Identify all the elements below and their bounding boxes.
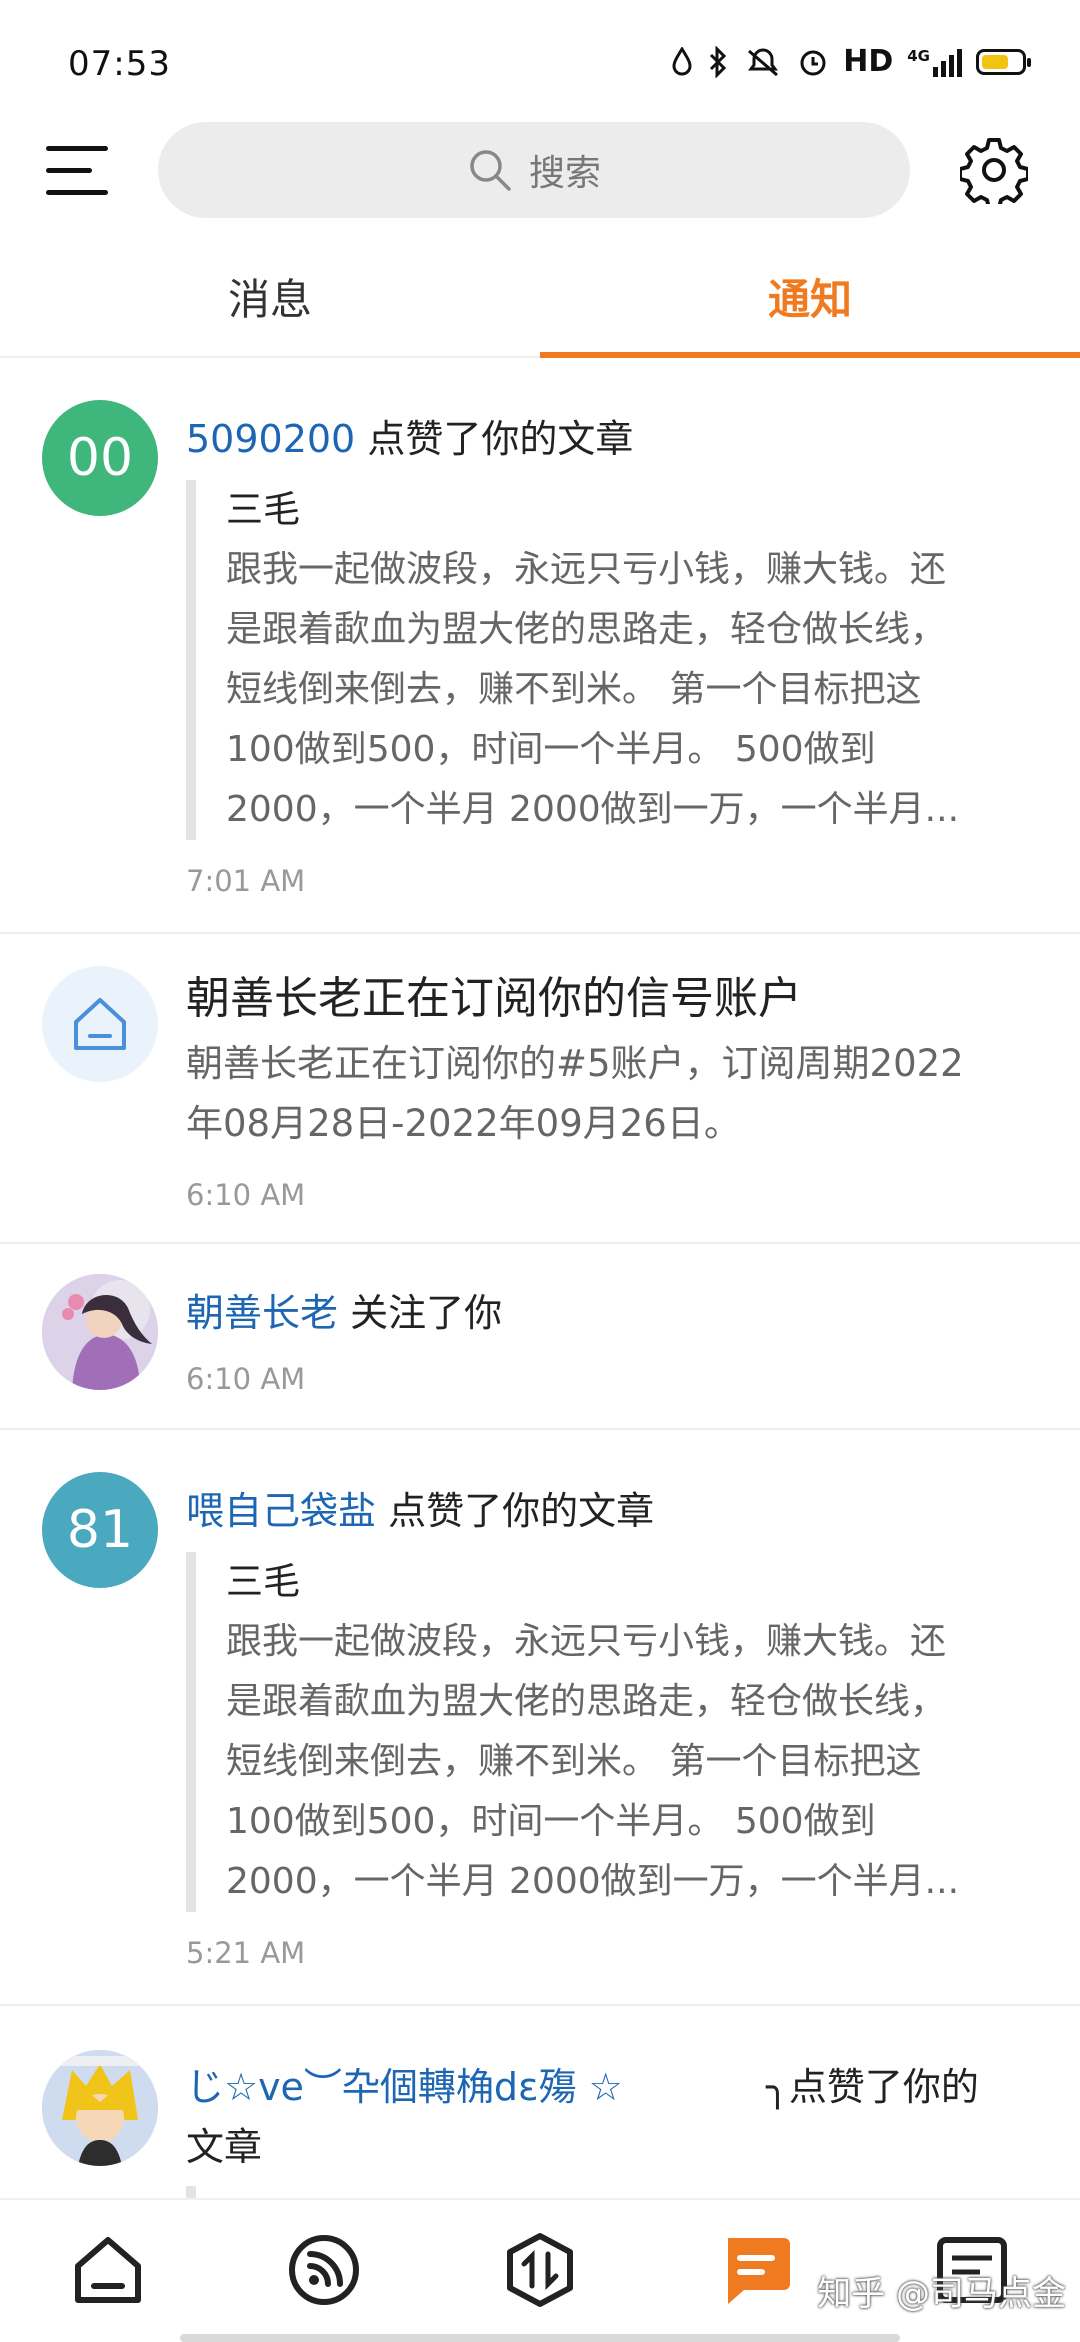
tab-notifications[interactable]: 通知: [540, 250, 1080, 356]
excerpt-line: 短线倒来倒去，赚不到米。 第一个目标把这: [226, 669, 922, 710]
list-item[interactable]: 81 喂自己袋盐 点赞了你的文章 三毛 跟我一起做波段，永远只亏小钱，赚大钱。还…: [0, 1430, 1080, 2006]
home-icon: [75, 2237, 141, 2303]
avatar[interactable]: [42, 966, 158, 1082]
excerpt-line: 是跟着歃血为盟大佬的思路走，轻仓做长线，: [226, 609, 947, 650]
avatar[interactable]: 81: [42, 1472, 158, 1588]
body-line: 年08月28日-2022年09月26日。: [186, 1102, 741, 1145]
timestamp: 7:01 AM: [186, 864, 306, 898]
notification-headline: 5090200 点赞了你的文章: [186, 408, 633, 463]
quoted-article[interactable]: [186, 2186, 196, 2198]
nav-trade[interactable]: [500, 2230, 580, 2310]
gesture-bar: [180, 2334, 900, 2342]
action-text: 点赞了你的文章: [355, 417, 634, 461]
excerpt-line: 是跟着歃血为盟大佬的思路走，轻仓做长线，: [226, 1681, 947, 1722]
list-item[interactable]: じ☆ve︶卆個轉桷dε殤 ☆ ╮点赞了你的 文章: [0, 2006, 1080, 2198]
house-icon: [74, 998, 126, 1050]
body-line: 朝善长老正在订阅你的#5账户，订阅周期2022: [186, 1042, 964, 1085]
water-drop-icon: [672, 46, 692, 75]
signal-icon: 4G: [907, 47, 962, 77]
excerpt-line: 跟我一起做波段，永远只亏小钱，赚大钱。还: [226, 1621, 947, 1662]
user-portrait-image: [42, 1274, 158, 1390]
notification-headline: 朝善长老 关注了你: [186, 1282, 502, 1337]
nav-messages[interactable]: [716, 2230, 796, 2310]
bottom-nav: 知乎 @司马点金: [0, 2198, 1080, 2342]
excerpt-line: 100做到500，时间一个半月。 500做到: [226, 1801, 876, 1842]
user-link[interactable]: じ☆ve︶卆個轉桷dε殤 ☆: [186, 2065, 623, 2109]
notification-body: 朝善长老正在订阅你的#5账户，订阅周期2022 年08月28日-2022年09月…: [186, 1034, 1026, 1154]
user-link[interactable]: 5090200: [186, 417, 355, 461]
top-bar: 搜索: [0, 118, 1080, 222]
avatar[interactable]: 00: [42, 400, 158, 516]
trade-arrows-icon: [507, 2233, 573, 2307]
nav-feed[interactable]: [284, 2230, 364, 2310]
excerpt-line: 2000，一个半月 2000做到一万，一个半月...: [226, 1861, 960, 1902]
action-text: 点赞了你的文章: [376, 1489, 655, 1533]
article-excerpt: 跟我一起做波段，永远只亏小钱，赚大钱。还 是跟着歃血为盟大佬的思路走，轻仓做长线…: [226, 1612, 1026, 1912]
action-text: ╮点赞了你的: [766, 2065, 979, 2109]
excerpt-line: 跟我一起做波段，永远只亏小钱，赚大钱。还: [226, 549, 947, 590]
user-link[interactable]: 喂自己袋盐: [186, 1489, 376, 1533]
timestamp: 5:21 AM: [186, 1936, 306, 1970]
avatar-text: 81: [66, 1500, 134, 1560]
mute-icon: [748, 48, 779, 76]
timestamp: 6:10 AM: [186, 1178, 306, 1212]
watermark: 知乎 @司马点金: [817, 2274, 1066, 2314]
status-icons: HD 4G: [671, 44, 1031, 79]
rss-icon: [289, 2235, 359, 2305]
notification-list: 00 5090200 点赞了你的文章 三毛 跟我一起做波段，永远只亏小钱，赚大钱…: [0, 358, 1080, 2198]
status-time: 07:53: [68, 44, 171, 84]
article-title: 三毛: [226, 488, 300, 531]
tab-bar: 消息 通知: [0, 250, 1080, 358]
alarm-icon: [800, 50, 826, 75]
action-text: 关注了你: [338, 1291, 503, 1335]
status-bar: 07:53 HD 4G: [0, 0, 1080, 118]
network-type: 4G: [907, 46, 930, 65]
menu-button[interactable]: [46, 142, 108, 198]
avatar-text: 00: [66, 428, 134, 488]
tab-messages[interactable]: 消息: [0, 250, 540, 356]
timestamp: 6:10 AM: [186, 1362, 306, 1396]
nav-home[interactable]: [68, 2230, 148, 2310]
avatar[interactable]: [42, 2050, 158, 2166]
list-item[interactable]: 朝善长老 关注了你 6:10 AM: [0, 1244, 1080, 1430]
excerpt-line: 短线倒来倒去，赚不到米。 第一个目标把这: [226, 1741, 922, 1782]
excerpt-line: 2000，一个半月 2000做到一万，一个半月...: [226, 789, 960, 830]
hd-icon: HD: [843, 44, 894, 79]
search-placeholder: 搜索: [528, 153, 601, 194]
bluetooth-icon: [710, 45, 727, 78]
notification-title: 朝善长老正在订阅你的信号账户: [186, 973, 802, 1024]
list-item[interactable]: 00 5090200 点赞了你的文章 三毛 跟我一起做波段，永远只亏小钱，赚大钱…: [0, 358, 1080, 934]
search-icon: [470, 150, 511, 191]
chat-bubble-icon: [728, 2238, 790, 2304]
battery-icon: [976, 48, 1031, 75]
article-title: 三毛: [226, 1560, 300, 1603]
article-excerpt: 跟我一起做波段，永远只亏小钱，赚大钱。还 是跟着歃血为盟大佬的思路走，轻仓做长线…: [226, 540, 1026, 840]
list-item[interactable]: 朝善长老正在订阅你的信号账户 朝善长老正在订阅你的#5账户，订阅周期2022 年…: [0, 934, 1080, 1244]
quoted-article[interactable]: 三毛 跟我一起做波段，永远只亏小钱，赚大钱。还 是跟着歃血为盟大佬的思路走，轻仓…: [186, 480, 1026, 840]
avatar[interactable]: [42, 1274, 158, 1390]
notification-headline: 喂自己袋盐 点赞了你的文章: [186, 1480, 654, 1535]
gear-icon: [958, 138, 1030, 210]
settings-button[interactable]: [958, 136, 1030, 210]
notification-headline-cont: 文章: [186, 2125, 263, 2169]
excerpt-line: 100做到500，时间一个半月。 500做到: [226, 729, 876, 770]
notification-headline: じ☆ve︶卆個轉桷dε殤 ☆ ╮点赞了你的: [186, 2056, 1026, 2111]
search-input[interactable]: 搜索: [158, 122, 910, 218]
quoted-article[interactable]: 三毛 跟我一起做波段，永远只亏小钱，赚大钱。还 是跟着歃血为盟大佬的思路走，轻仓…: [186, 1552, 1026, 1912]
user-link[interactable]: 朝善长老: [186, 1291, 338, 1335]
user-cartoon-image: [42, 2050, 158, 2166]
